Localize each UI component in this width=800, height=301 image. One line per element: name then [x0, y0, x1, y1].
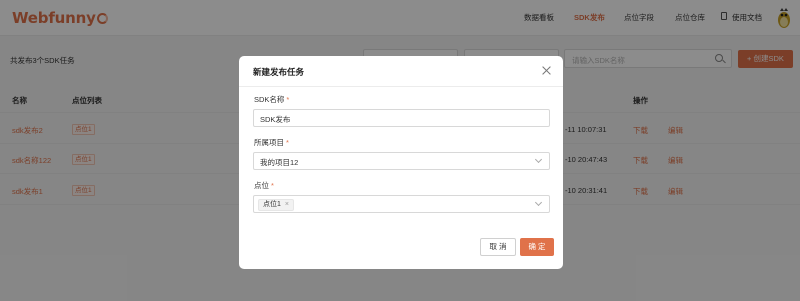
project-value: 我的项目12	[260, 158, 299, 167]
required-mark: *	[286, 95, 290, 104]
project-label-text: 所属项目	[254, 138, 284, 147]
points-label-text: 点位	[254, 181, 269, 190]
sdk-name-input[interactable]: SDK发布	[253, 109, 550, 127]
point-chip: 点位1 ×	[258, 199, 294, 211]
chevron-down-icon	[534, 198, 543, 207]
required-mark: *	[286, 138, 289, 147]
chevron-down-icon	[534, 155, 543, 164]
confirm-button[interactable]: 确 定	[520, 238, 554, 256]
create-task-modal: 新建发布任务 SDK名称 * SDK发布 所属项目 * 我的项目12 点位 * 点位1…	[239, 56, 563, 269]
sdk-name-label-text: SDK名称	[254, 95, 285, 104]
sdk-name-label: SDK名称 *	[254, 94, 289, 105]
points-label: 点位 *	[254, 180, 274, 191]
point-chip-label: 点位1	[263, 201, 281, 208]
modal-title: 新建发布任务	[253, 67, 305, 77]
chip-close-icon[interactable]: ×	[285, 200, 289, 210]
project-label: 所属项目 *	[254, 137, 289, 148]
cancel-button[interactable]: 取 消	[480, 238, 516, 256]
project-select[interactable]: 我的项目12	[253, 152, 550, 170]
points-multiselect[interactable]: 点位1 ×	[253, 195, 550, 213]
close-icon[interactable]	[542, 66, 551, 75]
sdk-name-value: SDK发布	[260, 115, 291, 124]
modal-header-divider	[239, 86, 563, 87]
required-mark: *	[271, 181, 274, 190]
